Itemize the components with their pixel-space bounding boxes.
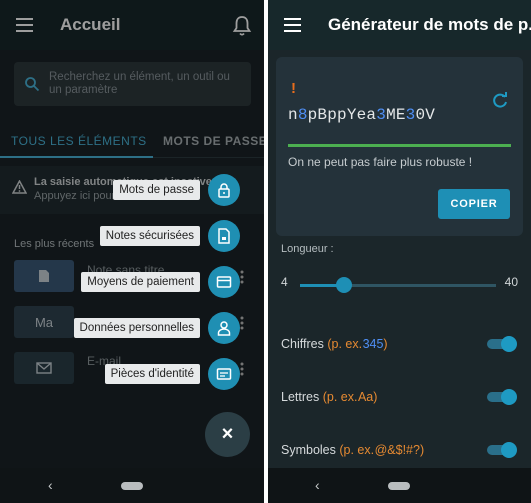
fab-button-notes[interactable] <box>208 220 240 252</box>
option-label: Lettres <box>281 390 320 404</box>
option-symbols: Symboles (p. ex. @&$!#?) <box>281 443 424 457</box>
fab-button-personal[interactable] <box>208 312 240 344</box>
close-icon: × <box>221 423 234 445</box>
option-example: 345 <box>362 337 384 351</box>
strength-bar <box>288 144 511 147</box>
option-example-suffix: ) <box>373 390 378 404</box>
password-segment: ME <box>386 106 406 124</box>
fab-label[interactable]: Moyens de paiement <box>81 272 200 292</box>
password-segment: n <box>288 106 298 124</box>
fab-menu-id[interactable]: Pièces d'identité <box>0 358 264 390</box>
home-nav-pill[interactable] <box>388 482 410 490</box>
option-label: Chiffres <box>281 337 324 351</box>
option-label: Symboles <box>281 443 336 457</box>
fab-menu-personal[interactable]: Données personnelles <box>0 312 264 344</box>
password-segment: 0V <box>415 106 436 124</box>
fab-menu-passwords[interactable]: Mots de passe <box>0 174 264 206</box>
length-min: 4 <box>281 275 288 289</box>
toggle-symbols[interactable] <box>487 442 517 458</box>
home-screen: Accueil Recherchez un élément, un outil … <box>0 0 264 503</box>
person-icon <box>217 321 231 336</box>
back-nav-icon[interactable]: ‹ <box>315 477 320 493</box>
password-card: ! n8pBppYea3ME30V On ne peut pas faire p… <box>276 57 523 236</box>
length-slider[interactable] <box>300 277 496 293</box>
length-max: 40 <box>504 275 518 289</box>
fab-label[interactable]: Données personnelles <box>73 318 200 338</box>
length-label: Longueur : <box>281 243 334 255</box>
password-digit: 3 <box>405 106 416 124</box>
toggle-digits[interactable] <box>487 336 517 352</box>
fab-menu-notes[interactable]: Notes sécurisées <box>0 220 264 252</box>
generated-password[interactable]: n8pBppYea3ME30V <box>288 106 435 124</box>
generator-screen: Générateur de mots de p... ! n8pBppYea3M… <box>268 0 531 503</box>
home-nav-pill[interactable] <box>121 482 143 490</box>
option-digits: Chiffres (p. ex. 345) <box>281 337 388 351</box>
option-example-prefix: (p. ex. <box>322 390 358 404</box>
option-letters: Lettres (p. ex. Aa) <box>281 390 377 404</box>
password-digit: 8 <box>297 106 308 124</box>
page-title: Générateur de mots de p... <box>328 15 531 34</box>
refresh-icon[interactable] <box>491 92 509 110</box>
system-nav-bar: ‹ <box>268 468 531 503</box>
alert-icon: ! <box>291 80 296 97</box>
option-example-prefix: (p. ex. <box>339 443 375 457</box>
menu-icon[interactable] <box>284 18 301 32</box>
generator-app-bar: Générateur de mots de p... <box>268 0 531 50</box>
back-nav-icon[interactable]: ‹ <box>48 477 53 493</box>
slider-thumb[interactable] <box>335 277 352 293</box>
fab-label[interactable]: Notes sécurisées <box>99 226 200 246</box>
card-icon <box>216 276 232 288</box>
option-example-prefix: (p. ex. <box>327 337 363 351</box>
option-example-suffix: ) <box>419 443 425 457</box>
option-example: @&$!#? <box>374 443 420 457</box>
toggle-letters[interactable] <box>487 389 517 405</box>
note-icon <box>218 228 230 244</box>
fab-label[interactable]: Mots de passe <box>113 180 200 200</box>
password-digit: 3 <box>376 106 387 124</box>
fab-menu-payment[interactable]: Moyens de paiement <box>0 266 264 298</box>
id-card-icon <box>216 368 232 380</box>
strength-text: On ne peut pas faire plus robuste ! <box>288 155 473 169</box>
fab-button-id[interactable] <box>208 358 240 390</box>
option-example: Aa <box>357 390 374 404</box>
fab-button-payment[interactable] <box>208 266 240 298</box>
fab-label[interactable]: Pièces d'identité <box>104 364 200 384</box>
copy-button[interactable]: COPIER <box>438 189 510 219</box>
system-nav-bar: ‹ <box>0 468 264 503</box>
fab-button-passwords[interactable] <box>208 174 240 206</box>
option-example-suffix: ) <box>383 337 388 351</box>
password-segment: pBppYea <box>307 106 377 124</box>
close-fab-button[interactable]: × <box>205 412 250 457</box>
lock-icon <box>218 183 230 198</box>
